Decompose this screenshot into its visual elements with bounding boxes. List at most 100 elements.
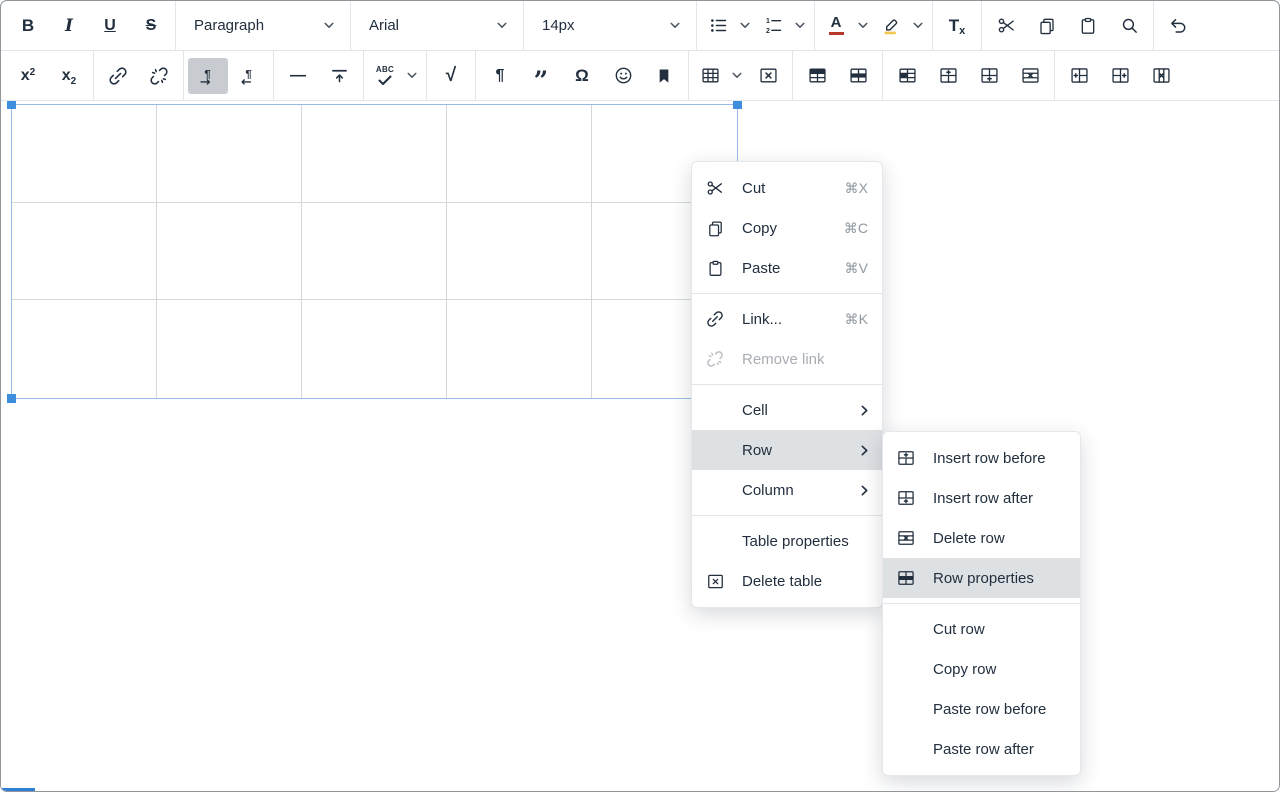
selected-table[interactable] — [11, 104, 738, 399]
table-cell[interactable] — [157, 300, 302, 398]
highlight-color-button[interactable] — [874, 8, 908, 44]
remove-link-button[interactable] — [139, 58, 179, 94]
submenu-item-delete-row[interactable]: Delete row — [883, 518, 1080, 558]
table-cell[interactable] — [447, 105, 592, 203]
menu-item-table-properties[interactable]: Table properties — [692, 521, 882, 561]
insert-link-button[interactable] — [98, 58, 138, 94]
special-character-button[interactable]: Ω — [562, 58, 602, 94]
submenu-item-cut-row[interactable]: Cut row — [883, 609, 1080, 649]
toolbar-separator — [273, 51, 274, 100]
text-color-button[interactable]: A — [819, 8, 853, 44]
numbered-list-button[interactable]: 12 — [756, 8, 790, 44]
menu-item-row[interactable]: Row — [692, 430, 882, 470]
toolbar-separator — [1153, 1, 1154, 50]
insert-table-menu-button[interactable] — [727, 58, 747, 94]
submenu-item-insert-row-before[interactable]: Insert row before — [883, 438, 1080, 478]
table-resize-handle-bottom-left[interactable] — [7, 394, 16, 403]
menu-item-cell[interactable]: Cell — [692, 390, 882, 430]
submenu-item-copy-row[interactable]: Copy row — [883, 649, 1080, 689]
copy-button[interactable] — [1027, 8, 1067, 44]
menu-label: Table properties — [742, 533, 849, 550]
submenu-item-paste-row-before[interactable]: Paste row before — [883, 689, 1080, 729]
menu-item-paste[interactable]: Paste ⌘V — [692, 248, 882, 288]
underline-button[interactable]: U — [90, 8, 130, 44]
menu-shortcut: ⌘K — [845, 311, 868, 328]
insert-row-after-button[interactable] — [969, 58, 1009, 94]
insert-row-before-button[interactable] — [928, 58, 968, 94]
unlink-icon — [148, 65, 170, 87]
bold-button[interactable]: B — [8, 8, 48, 44]
submenu-item-row-properties[interactable]: Row properties — [883, 558, 1080, 598]
bullet-list-menu-button[interactable] — [735, 8, 755, 44]
toolbar-separator — [183, 51, 184, 100]
spellcheck-menu-button[interactable] — [402, 58, 422, 94]
text-color-icon: A — [829, 16, 844, 35]
table-cell[interactable] — [12, 105, 157, 203]
strikethrough-button[interactable]: S — [131, 8, 171, 44]
insert-equation-button[interactable]: √ — [431, 58, 471, 94]
insert-column-after-button[interactable] — [1100, 58, 1140, 94]
table-cell[interactable] — [447, 203, 592, 301]
numbered-list-menu-button[interactable] — [790, 8, 810, 44]
table-row-properties-button[interactable] — [838, 58, 878, 94]
emoji-button[interactable] — [603, 58, 643, 94]
table-cell[interactable] — [302, 105, 447, 203]
cut-button[interactable] — [986, 8, 1026, 44]
table-properties-button[interactable] — [797, 58, 837, 94]
menu-item-copy[interactable]: Copy ⌘C — [692, 208, 882, 248]
page-break-button[interactable] — [319, 58, 359, 94]
table-cell[interactable] — [12, 300, 157, 398]
highlight-color-menu-button[interactable] — [908, 8, 928, 44]
text-color-menu-button[interactable] — [853, 8, 873, 44]
table-cell[interactable] — [302, 203, 447, 301]
table-cell[interactable] — [302, 300, 447, 398]
clear-formatting-button[interactable]: Tx — [937, 8, 977, 44]
table-cell[interactable] — [12, 203, 157, 301]
copy-icon — [1037, 16, 1057, 36]
table-cell-properties-button[interactable] — [887, 58, 927, 94]
menu-label: Link... — [742, 311, 782, 328]
menu-item-column[interactable]: Column — [692, 470, 882, 510]
insert-column-before-button[interactable] — [1059, 58, 1099, 94]
font-size-dropdown[interactable]: 14px — [528, 1, 692, 50]
table-resize-handle-top-left[interactable] — [7, 101, 16, 109]
insert-table-button[interactable] — [693, 58, 727, 94]
horizontal-rule-button[interactable]: — — [278, 58, 318, 94]
subscript-button[interactable]: x2 — [49, 58, 89, 94]
clipboard-icon — [703, 256, 727, 280]
font-family-dropdown[interactable]: Arial — [355, 1, 519, 50]
toolbar-separator — [814, 1, 815, 50]
delete-table-button[interactable] — [748, 58, 788, 94]
table-cell[interactable] — [157, 105, 302, 203]
submenu-item-paste-row-after[interactable]: Paste row after — [883, 729, 1080, 769]
table-cell[interactable] — [447, 300, 592, 398]
paragraph-style-dropdown[interactable]: Paragraph — [180, 1, 346, 50]
undo-button[interactable] — [1158, 8, 1198, 44]
table-resize-handle-top-right[interactable] — [733, 101, 742, 109]
bullet-list-button[interactable] — [701, 8, 735, 44]
paste-button[interactable] — [1068, 8, 1108, 44]
spellcheck-button[interactable]: ABC — [368, 58, 402, 94]
italic-button[interactable]: I — [49, 8, 89, 44]
superscript-button[interactable]: x2 — [8, 58, 48, 94]
rtl-direction-button[interactable]: ¶ — [229, 58, 269, 94]
ltr-direction-button[interactable]: ¶ — [188, 58, 228, 94]
menu-item-delete-table[interactable]: Delete table — [692, 561, 882, 601]
menu-item-cut[interactable]: Cut ⌘X — [692, 168, 882, 208]
delete-row-button[interactable] — [1010, 58, 1050, 94]
delete-column-button[interactable] — [1141, 58, 1181, 94]
paragraph-mark-button[interactable]: ¶ — [480, 58, 520, 94]
table-cell[interactable] — [157, 203, 302, 301]
menu-item-link[interactable]: Link... ⌘K — [692, 299, 882, 339]
anchor-button[interactable] — [644, 58, 684, 94]
insert-row-after-icon — [979, 65, 1000, 86]
emoji-icon — [613, 65, 634, 86]
font-family-value: Arial — [369, 17, 497, 34]
svg-text:¶: ¶ — [245, 68, 251, 80]
row-submenu: Insert row before Insert row after Delet… — [882, 431, 1081, 776]
menu-label: Delete row — [933, 530, 1005, 547]
blockquote-button[interactable]: ” — [521, 58, 561, 94]
search-button[interactable] — [1109, 8, 1149, 44]
submenu-item-insert-row-after[interactable]: Insert row after — [883, 478, 1080, 518]
editor-content-area[interactable]: Cut ⌘X Copy ⌘C Paste ⌘V Link... ⌘K — [1, 101, 1279, 791]
